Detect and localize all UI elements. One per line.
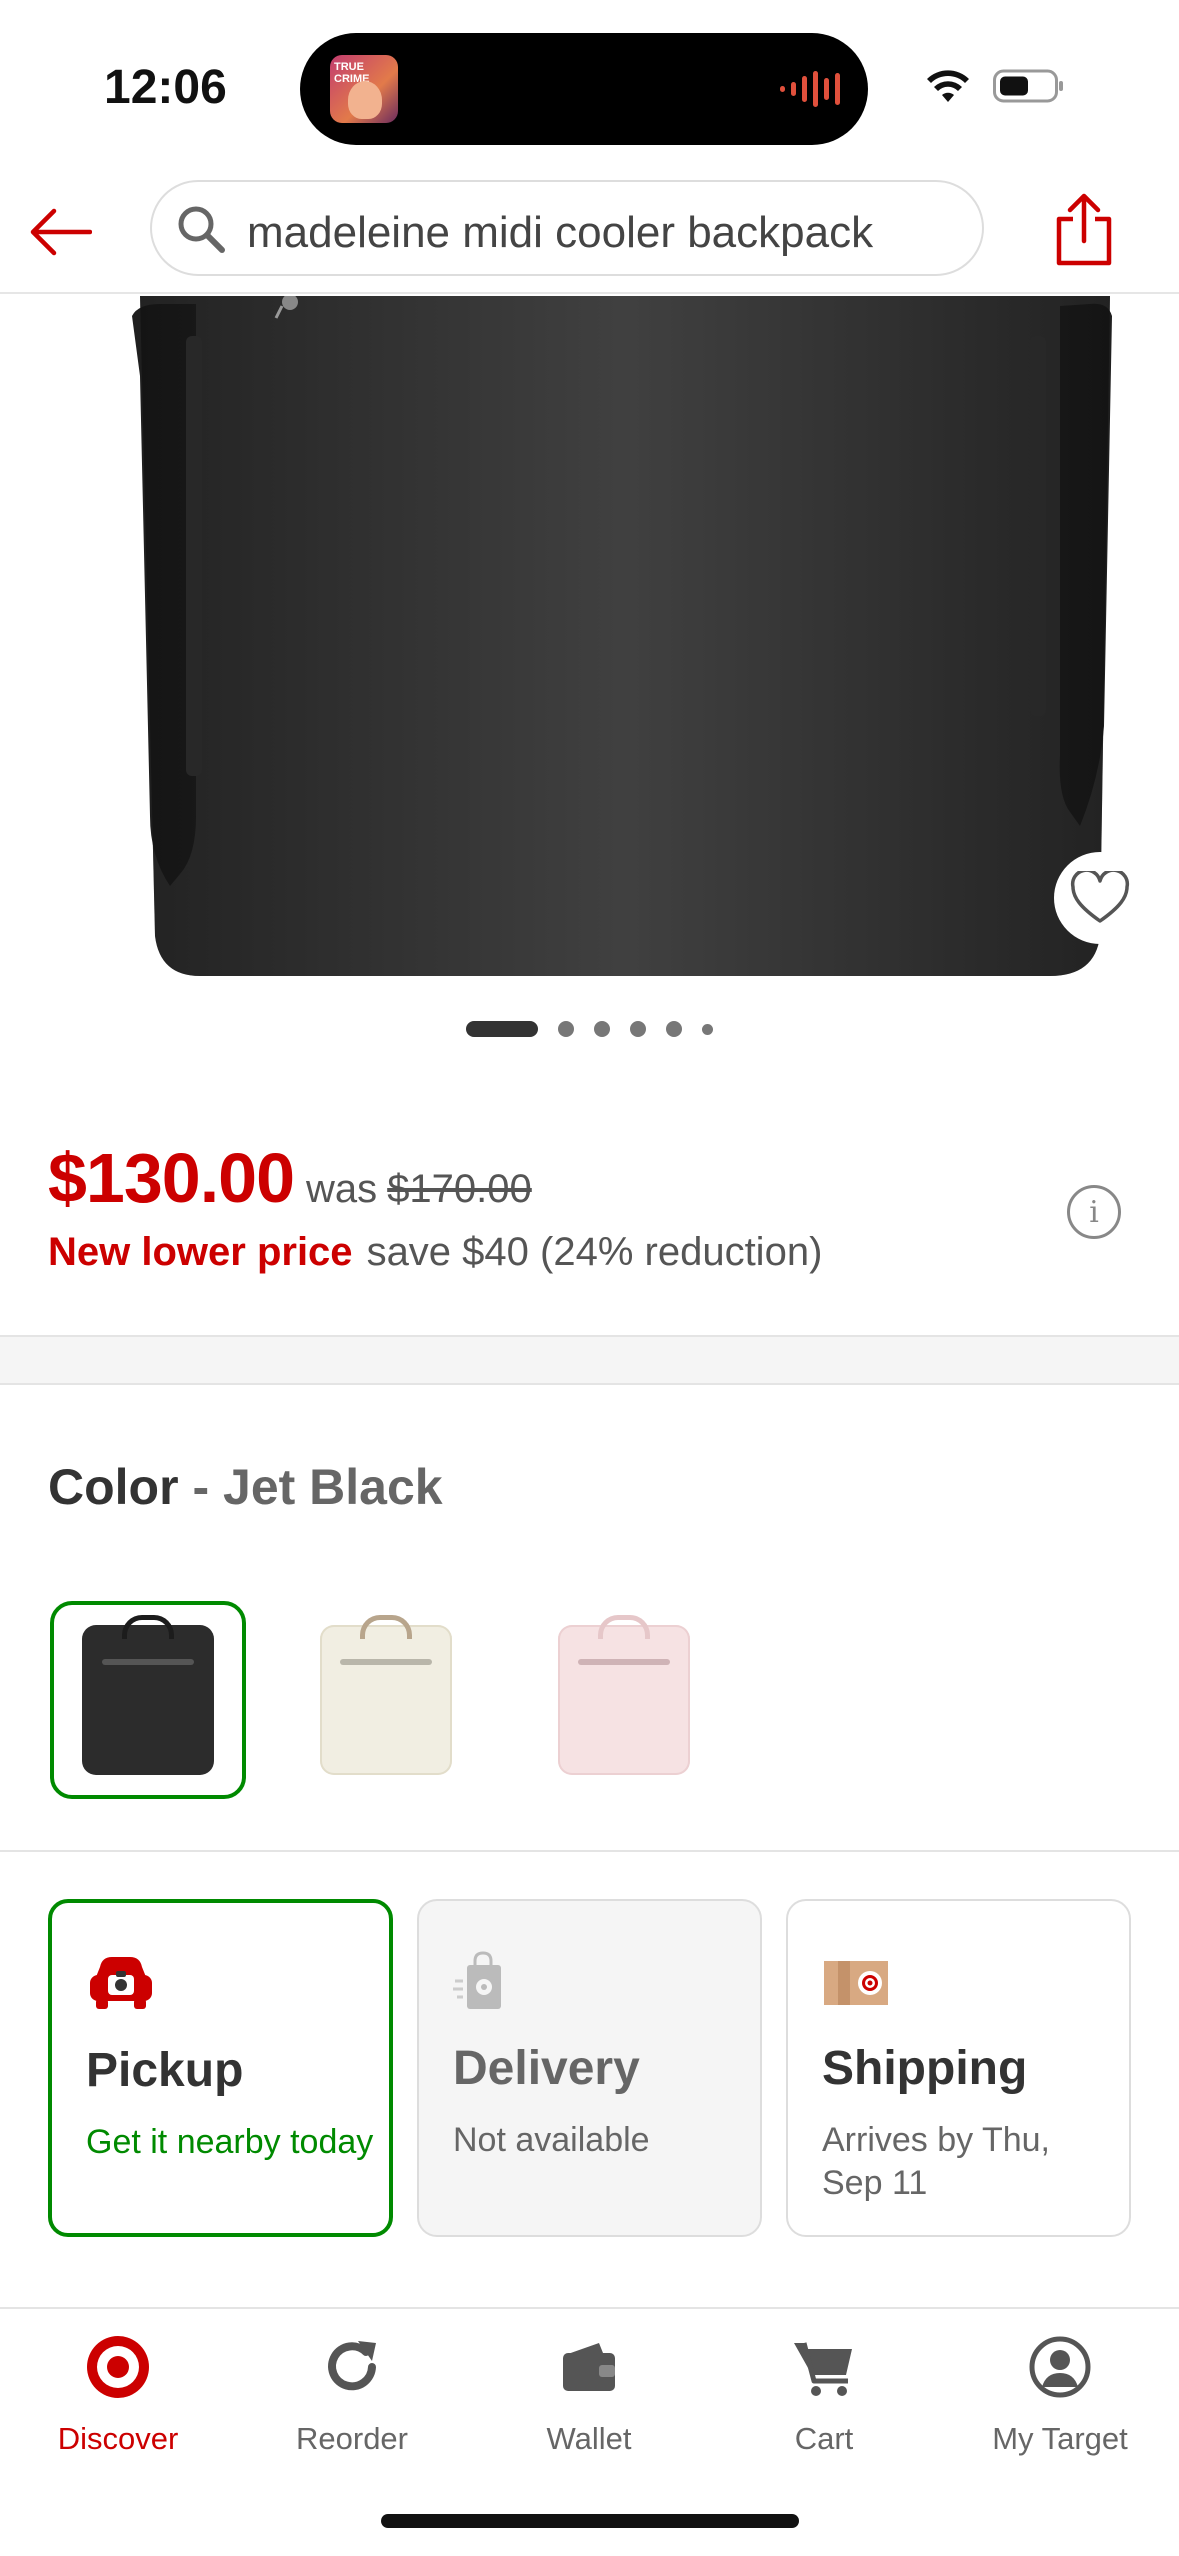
tab-cart[interactable]: Cart xyxy=(706,2331,942,2457)
savings-text: save $40 (24% reduction) xyxy=(366,1230,823,1274)
back-button[interactable] xyxy=(22,194,98,270)
delivery-subtitle: Not available xyxy=(453,2121,650,2159)
pickup-subtitle: Get it nearby today xyxy=(86,2123,374,2161)
was-label: was xyxy=(306,1167,378,1211)
pickup-title: Pickup xyxy=(86,2044,244,2097)
search-header: madeleine midi cooler backpack xyxy=(0,170,1179,294)
swatch-image xyxy=(558,1615,690,1775)
cart-icon xyxy=(794,2342,852,2396)
target-logo-icon xyxy=(87,2336,149,2398)
delivery-bag-icon xyxy=(453,1951,501,2009)
tab-reorder[interactable]: Reorder xyxy=(234,2331,470,2457)
gallery-dot-active[interactable] xyxy=(466,1021,538,1037)
home-indicator[interactable] xyxy=(381,2514,799,2528)
swatch-jet-black[interactable] xyxy=(50,1601,246,1799)
now-playing-thumbnail: TRUE CRIME xyxy=(330,55,398,123)
delivery-card[interactable]: Delivery Not available xyxy=(417,1899,762,2237)
shipping-card[interactable]: Shipping Arrives by Thu, Sep 11 xyxy=(786,1899,1131,2237)
swatch-image xyxy=(320,1615,452,1775)
swatch-image xyxy=(82,1615,214,1775)
heart-icon xyxy=(1070,871,1130,923)
was-price: $170.00 xyxy=(387,1167,532,1211)
back-arrow-icon xyxy=(30,208,92,256)
search-input[interactable]: madeleine midi cooler backpack xyxy=(150,180,984,276)
tab-wallet[interactable]: Wallet xyxy=(471,2331,707,2457)
search-query: madeleine midi cooler backpack xyxy=(247,208,874,257)
gallery-dot[interactable] xyxy=(702,1023,713,1035)
swatch-pink[interactable] xyxy=(526,1601,722,1799)
share-icon xyxy=(1056,193,1112,266)
share-button[interactable] xyxy=(1048,188,1120,272)
wifi-icon xyxy=(927,70,969,102)
shipping-title: Shipping xyxy=(822,2042,1028,2095)
fulfillment-options: Pickup Get it nearby today Delivery Not … xyxy=(48,1899,1131,2237)
promo-row: New lower price save $40 (24% reduction) xyxy=(48,1230,822,1275)
profile-icon xyxy=(1029,2336,1091,2398)
shipping-box-icon xyxy=(824,1961,888,2005)
shipping-subtitle: Arrives by Thu, Sep 11 xyxy=(822,2121,1051,2202)
color-separator: - xyxy=(192,1459,210,1515)
tab-label: My Target xyxy=(992,2421,1128,2456)
section-divider xyxy=(0,1335,1179,1385)
tab-label: Discover xyxy=(57,2421,179,2456)
audio-waveform-icon xyxy=(780,69,840,109)
selected-color-name: Jet Black xyxy=(223,1459,443,1515)
search-icon xyxy=(178,206,225,253)
tab-discover[interactable]: Discover xyxy=(0,2331,236,2457)
pickup-car-icon xyxy=(90,1957,152,2009)
gallery-dot[interactable] xyxy=(558,1021,574,1037)
tab-label: Cart xyxy=(794,2421,854,2456)
color-swatches xyxy=(50,1601,722,1799)
tab-my-target[interactable]: My Target xyxy=(942,2331,1178,2457)
gallery-dot[interactable] xyxy=(666,1021,682,1037)
delivery-title: Delivery xyxy=(453,2042,640,2095)
price-info-button[interactable]: i xyxy=(1067,1185,1121,1239)
tab-label: Wallet xyxy=(546,2421,632,2456)
favorite-button[interactable] xyxy=(1054,852,1146,944)
product-image[interactable] xyxy=(0,296,1179,976)
divider xyxy=(0,1850,1179,1852)
swatch-cream[interactable] xyxy=(288,1601,484,1799)
tab-label: Reorder xyxy=(296,2421,408,2456)
reorder-icon xyxy=(328,2341,376,2391)
product-photo-backpack xyxy=(132,296,1112,976)
price-row: $130.00 was $170.00 xyxy=(48,1138,532,1218)
dynamic-island[interactable]: TRUE CRIME xyxy=(300,33,868,145)
gallery-dot[interactable] xyxy=(630,1021,646,1037)
color-label: Color xyxy=(48,1459,179,1515)
gallery-dot[interactable] xyxy=(594,1021,610,1037)
info-icon: i xyxy=(1089,1194,1099,1230)
status-time: 12:06 xyxy=(104,61,227,114)
color-heading: Color - Jet Black xyxy=(48,1458,443,1516)
gallery-pagination[interactable] xyxy=(0,1021,1179,1037)
current-price: $130.00 xyxy=(48,1139,295,1217)
wallet-icon xyxy=(563,2343,615,2391)
promo-label: New lower price xyxy=(48,1230,353,1274)
battery-icon xyxy=(993,69,1063,103)
pickup-card[interactable]: Pickup Get it nearby today xyxy=(48,1899,393,2237)
status-bar: 12:06 TRUE CRIME xyxy=(0,0,1179,170)
